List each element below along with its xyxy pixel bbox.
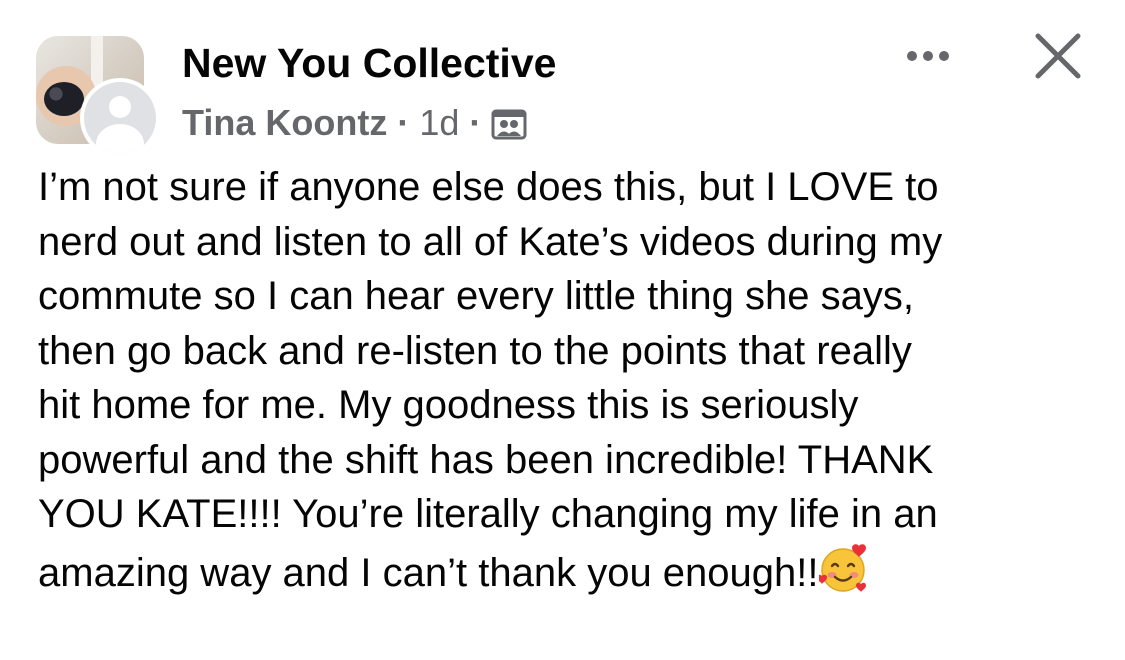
post-text-line-content: amazing way and I can’t thank you enough…	[38, 550, 819, 595]
more-options-icon[interactable]	[898, 38, 958, 74]
close-icon[interactable]	[1030, 28, 1086, 84]
meta-separator-2: ·	[469, 102, 482, 143]
meta-separator: ·	[397, 102, 410, 143]
avatar-photo-berries	[44, 82, 84, 116]
author-avatar[interactable]	[80, 78, 160, 158]
post-text-line: hit home for me. My goodness this is ser…	[38, 383, 859, 427]
post-meta: Tina Koontz · 1d ·	[182, 102, 527, 144]
default-profile-icon	[84, 82, 156, 154]
post-text-line-last: amazing way and I can’t thank you enough…	[38, 542, 1103, 601]
smiling-face-with-hearts-icon	[816, 542, 871, 594]
post-header: New You Collective Tina Koontz · 1d ·	[0, 0, 1125, 160]
group-name-link[interactable]: New You Collective	[182, 40, 556, 87]
post-text-line: then go back and re-listen to the points…	[38, 328, 912, 373]
group-members-icon[interactable]	[491, 107, 527, 140]
post-text: I’m not sure if anyone else does this, b…	[38, 160, 1103, 600]
post-text-line: YOU KATE!!!! You’re literally changing m…	[38, 492, 938, 536]
post-timestamp[interactable]: 1d	[419, 102, 459, 144]
author-name-link[interactable]: Tina Koontz	[182, 102, 387, 144]
post-text-line: nerd out and listen to all of Kate’s vid…	[38, 219, 943, 264]
post-text-line: I’m not sure if anyone else does this, b…	[38, 165, 939, 209]
post-text-line: powerful and the shift has been incredib…	[38, 437, 934, 482]
post-text-line: commute so I can hear every little thing…	[38, 274, 914, 318]
